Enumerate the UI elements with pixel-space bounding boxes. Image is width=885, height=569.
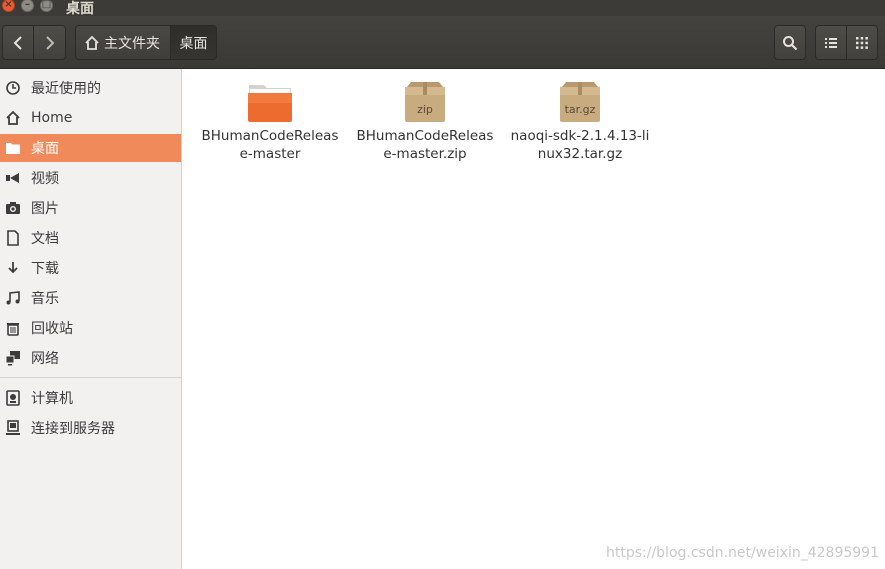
camera-icon	[5, 200, 21, 216]
archive-icon: zip	[405, 82, 445, 122]
document-icon	[5, 230, 21, 246]
search-button[interactable]	[774, 25, 806, 60]
home-icon	[5, 110, 21, 126]
file-item-zip[interactable]: zip BHumanCodeRelease-master.zip	[355, 81, 495, 163]
sidebar-item-label: 计算机	[31, 391, 73, 407]
sidebar-item-music[interactable]: 音乐	[0, 284, 181, 312]
sidebar-item-label: 下载	[31, 261, 59, 277]
header-bar: 主文件夹 桌面	[0, 16, 885, 69]
title-bar: × – □ 桌面	[0, 0, 885, 17]
sidebar-item-downloads[interactable]: 下载	[0, 254, 181, 282]
close-icon: ×	[4, 0, 13, 10]
server-icon	[5, 420, 21, 436]
breadcrumb-current-label: 桌面	[179, 35, 208, 52]
sidebar-item-label: 回收站	[31, 321, 73, 337]
file-item-targz[interactable]: tar.gz naoqi-sdk-2.1.4.13-linux32.tar.gz	[510, 81, 650, 163]
network-icon	[5, 350, 21, 366]
computer-icon	[5, 390, 21, 406]
sidebar-item-label: 文档	[31, 231, 59, 247]
home-icon	[85, 35, 99, 50]
archive-badge: zip	[417, 103, 433, 116]
close-window-button[interactable]: ×	[2, 0, 15, 12]
file-name: BHumanCodeRelease-master.zip	[356, 128, 494, 162]
watermark: https://blog.csdn.net/weixin_42895991	[605, 545, 879, 561]
music-icon	[5, 290, 21, 306]
breadcrumb-current[interactable]: 桌面	[170, 25, 217, 60]
archive-badge: tar.gz	[565, 103, 596, 116]
chevron-right-icon	[45, 35, 54, 50]
sidebar-item-home[interactable]: Home	[0, 104, 181, 132]
sidebar-item-network[interactable]: 网络	[0, 344, 181, 372]
breadcrumb-home-label: 主文件夹	[104, 35, 160, 52]
file-view: BHumanCodeRelease-master zip BHumanCodeR…	[188, 69, 885, 569]
maximize-icon: □	[41, 0, 52, 10]
sidebar-item-connect-server[interactable]: 连接到服务器	[0, 414, 181, 442]
download-icon	[5, 260, 21, 276]
breadcrumb-home[interactable]: 主文件夹	[75, 25, 171, 60]
chevron-left-icon	[13, 35, 22, 50]
minimize-icon: –	[25, 0, 30, 10]
sidebar-item-trash[interactable]: 回收站	[0, 314, 181, 342]
file-name: BHumanCodeRelease-master	[201, 128, 339, 162]
file-manager-window: × – □ 桌面 主文件夹 桌面 最近使用的 Home 桌面 视频 图片 文档 …	[0, 0, 885, 569]
grid-icon	[856, 36, 868, 49]
list-view-button[interactable]	[815, 25, 847, 60]
sidebar: 最近使用的 Home 桌面 视频 图片 文档 下载 音乐 回收站 网络 计算机 …	[0, 69, 182, 569]
sidebar-item-label: Home	[31, 110, 73, 126]
sidebar-item-label: 桌面	[31, 141, 59, 157]
minimize-window-button[interactable]: –	[21, 0, 34, 12]
search-icon	[783, 35, 798, 50]
sidebar-item-recent[interactable]: 最近使用的	[0, 74, 181, 102]
sidebar-item-label: 视频	[31, 171, 59, 187]
sidebar-item-pictures[interactable]: 图片	[0, 194, 181, 222]
back-button[interactable]	[2, 25, 34, 60]
forward-button[interactable]	[33, 25, 66, 60]
sidebar-item-computer[interactable]: 计算机	[0, 384, 181, 412]
clock-icon	[5, 80, 21, 96]
sidebar-item-label: 音乐	[31, 291, 59, 307]
archive-icon: tar.gz	[560, 82, 600, 122]
maximize-window-button[interactable]: □	[40, 0, 53, 12]
file-item-folder[interactable]: BHumanCodeRelease-master	[200, 81, 340, 163]
list-icon	[825, 37, 837, 48]
folder-icon	[248, 85, 292, 122]
grid-view-button[interactable]	[846, 25, 878, 60]
sidebar-divider	[0, 377, 181, 378]
sidebar-item-label: 连接到服务器	[31, 421, 115, 437]
sidebar-item-desktop[interactable]: 桌面	[0, 134, 181, 162]
trash-icon	[5, 320, 21, 336]
video-icon	[5, 170, 21, 186]
sidebar-item-documents[interactable]: 文档	[0, 224, 181, 252]
sidebar-item-label: 最近使用的	[31, 81, 101, 97]
folder-icon	[5, 140, 21, 156]
file-name: naoqi-sdk-2.1.4.13-linux32.tar.gz	[510, 128, 650, 162]
sidebar-item-label: 网络	[31, 351, 59, 367]
sidebar-item-videos[interactable]: 视频	[0, 164, 181, 192]
sidebar-item-label: 图片	[31, 201, 59, 217]
